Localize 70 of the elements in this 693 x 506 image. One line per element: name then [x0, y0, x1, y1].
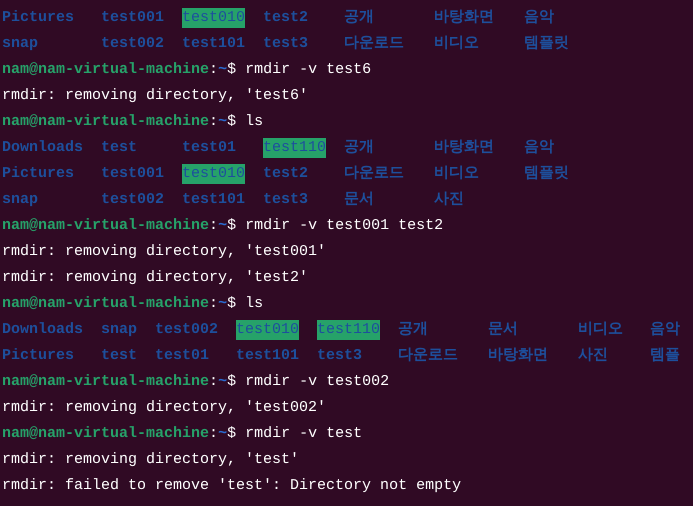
shell-prompt: nam@nam-virtual-machine:~$ [2, 60, 236, 80]
directory-name: Pictures [2, 164, 74, 184]
directory-name: snap [2, 190, 38, 210]
command-text: rmdir -v test001 test2 [245, 216, 444, 236]
directory-name: 음악 [650, 320, 681, 340]
directory-name: Pictures [2, 346, 74, 366]
output-text: rmdir: failed to remove 'test': Directory not empty [2, 476, 462, 496]
directory-name: 비디오 [578, 320, 624, 340]
command-text: ls [245, 112, 264, 132]
directory-name: 사진 [578, 346, 609, 366]
directory-name: 다운로드 [398, 346, 459, 366]
directory-name: Downloads [2, 138, 84, 158]
directory-name: test010 [236, 320, 300, 340]
shell-prompt: nam@nam-virtual-machine:~$ [2, 112, 236, 132]
directory-name: test [101, 138, 138, 158]
directory-name: 문서 [488, 320, 519, 340]
directory-name: snap [2, 34, 38, 54]
directory-name: test010 [182, 164, 246, 184]
directory-name: 공개 [398, 320, 429, 340]
directory-name: test3 [263, 34, 308, 54]
directory-name: test110 [263, 138, 326, 158]
directory-name: snap [101, 320, 138, 340]
command-text: ls [245, 294, 264, 314]
directory-name: 비디오 [434, 34, 480, 54]
directory-name: 템플릿 [524, 164, 570, 184]
output-text: rmdir: removing directory, 'test6' [2, 86, 308, 106]
directory-name: 다운로드 [344, 34, 405, 54]
directory-name: test101 [182, 190, 246, 210]
directory-name: 비디오 [434, 164, 480, 184]
directory-name: test3 [263, 190, 308, 210]
shell-prompt: nam@nam-virtual-machine:~$ [2, 216, 236, 236]
directory-name: test110 [317, 320, 380, 340]
directory-name: test001 [101, 8, 164, 28]
directory-name: 공개 [344, 8, 375, 28]
output-text: rmdir: removing directory, 'test001' [2, 242, 326, 262]
directory-name: test [101, 346, 138, 366]
directory-name: 템플 [650, 346, 681, 366]
directory-name: test2 [263, 164, 308, 184]
directory-name: 바탕화면 [434, 8, 495, 28]
output-text: rmdir: removing directory, 'test' [2, 450, 300, 470]
directory-name: 템플릿 [524, 34, 570, 54]
output-text: rmdir: removing directory, 'test002' [2, 398, 326, 418]
shell-prompt: nam@nam-virtual-machine:~$ [2, 294, 236, 314]
directory-name: test01 [155, 346, 210, 366]
shell-prompt: nam@nam-virtual-machine:~$ [2, 372, 236, 392]
directory-name: test101 [182, 34, 246, 54]
directory-name: Pictures [2, 8, 74, 28]
directory-name: 문서 [344, 190, 375, 210]
directory-name: test2 [263, 8, 308, 28]
directory-name: test002 [155, 320, 218, 340]
directory-name: 사진 [434, 190, 465, 210]
directory-name: test002 [101, 34, 164, 54]
directory-name: test3 [317, 346, 362, 366]
directory-name: 음악 [524, 8, 555, 28]
directory-name: test001 [101, 164, 164, 184]
directory-name: test010 [182, 8, 246, 28]
directory-name: 바탕화면 [434, 138, 495, 158]
directory-name: Downloads [2, 320, 84, 340]
directory-name: test002 [101, 190, 164, 210]
directory-name: 바탕화면 [488, 346, 549, 366]
command-text: rmdir -v test6 [245, 60, 372, 80]
directory-name: 공개 [344, 138, 375, 158]
command-text: rmdir -v test002 [245, 372, 390, 392]
directory-name: test01 [182, 138, 236, 158]
shell-prompt: nam@nam-virtual-machine:~$ [2, 424, 236, 444]
output-text: rmdir: removing directory, 'test2' [2, 268, 308, 288]
directory-name: 음악 [524, 138, 555, 158]
command-text: rmdir -v test [245, 424, 362, 444]
directory-name: test101 [236, 346, 300, 366]
directory-name: 다운로드 [344, 164, 405, 184]
